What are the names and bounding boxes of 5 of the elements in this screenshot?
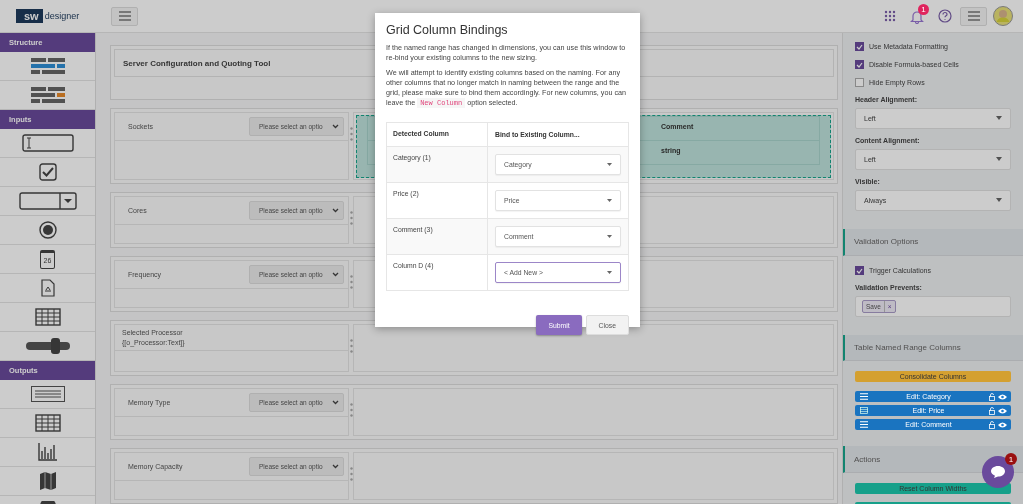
dialog-title: Grid Column Bindings [386,23,509,37]
form-title: Server Configuration and Quoting Tool [123,58,271,68]
logo-text: designer [44,11,80,21]
logo-mark: sw [16,9,43,23]
notification-badge: 1 [918,3,929,15]
